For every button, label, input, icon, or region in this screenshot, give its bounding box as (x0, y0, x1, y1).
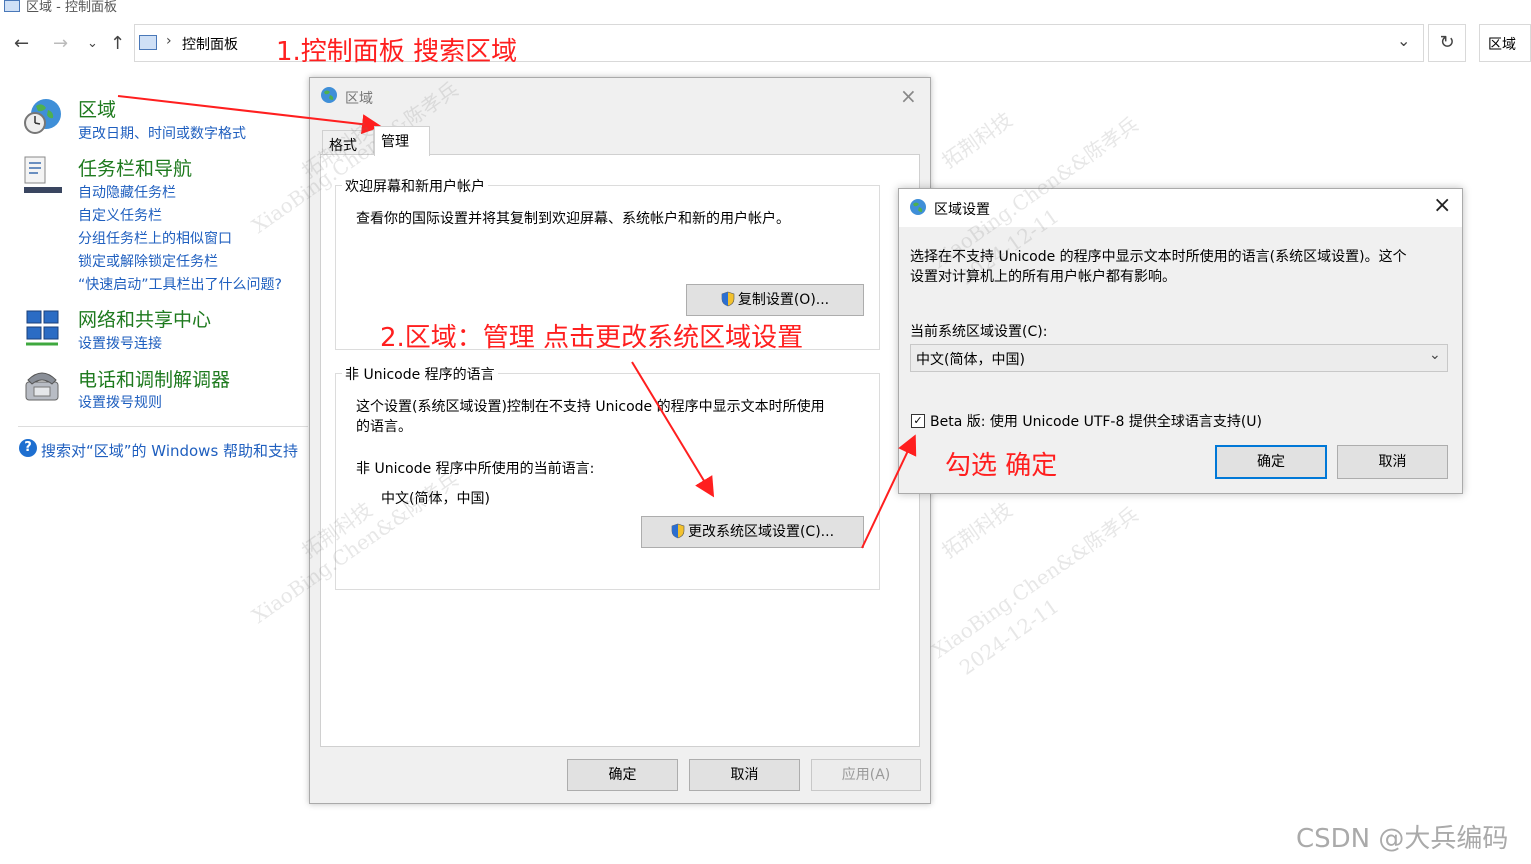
arrow-to-beta-checkbox (861, 434, 917, 549)
tab-administrative[interactable]: 管理 (374, 126, 430, 156)
csdn-watermark: CSDN @大兵编码 (1296, 824, 1509, 854)
annotation-arrows (117, 95, 917, 549)
arrow-to-admin-tab (117, 95, 382, 135)
arrow-to-change-locale (631, 361, 715, 498)
